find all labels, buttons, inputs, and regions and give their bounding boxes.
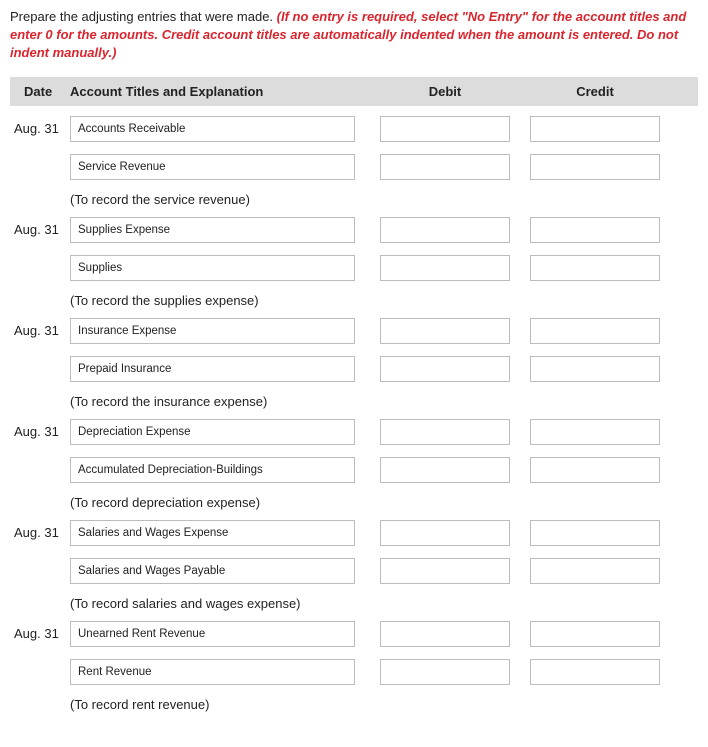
debit-amount-input[interactable] xyxy=(380,154,510,180)
credit-line xyxy=(10,356,698,382)
credit-line xyxy=(10,457,698,483)
credit-amount-input[interactable] xyxy=(530,217,660,243)
credit-line xyxy=(10,154,698,180)
table-header: Date Account Titles and Explanation Debi… xyxy=(10,77,698,106)
entry-explanation: (To record the insurance expense) xyxy=(10,394,698,409)
header-acct: Account Titles and Explanation xyxy=(70,84,370,99)
journal-entry: Aug. 31 (To record the supplies expe xyxy=(10,217,698,308)
debit-amount-input[interactable] xyxy=(380,520,510,546)
debit-account-input[interactable] xyxy=(70,520,355,546)
credit-account-input[interactable] xyxy=(70,255,355,281)
debit-amount-input[interactable] xyxy=(380,356,510,382)
credit-amount-input[interactable] xyxy=(530,356,660,382)
debit-account-input[interactable] xyxy=(70,419,355,445)
debit-account-input[interactable] xyxy=(70,217,355,243)
debit-account-input[interactable] xyxy=(70,116,355,142)
journal-entry: Aug. 31 (To record depreciation expe xyxy=(10,419,698,510)
entry-explanation: (To record depreciation expense) xyxy=(10,495,698,510)
credit-amount-input[interactable] xyxy=(530,318,660,344)
credit-account-input[interactable] xyxy=(70,558,355,584)
entry-explanation: (To record the service revenue) xyxy=(10,192,698,207)
credit-amount-input[interactable] xyxy=(530,621,660,647)
entry-date: Aug. 31 xyxy=(10,323,70,338)
header-date: Date xyxy=(10,84,70,99)
debit-amount-input[interactable] xyxy=(380,116,510,142)
debit-line: Aug. 31 xyxy=(10,116,698,142)
header-credit: Credit xyxy=(520,84,670,99)
credit-line xyxy=(10,558,698,584)
instructions-black: Prepare the adjusting entries that were … xyxy=(10,9,277,24)
credit-account-input[interactable] xyxy=(70,356,355,382)
debit-line: Aug. 31 xyxy=(10,318,698,344)
debit-line: Aug. 31 xyxy=(10,419,698,445)
entry-date: Aug. 31 xyxy=(10,222,70,237)
entry-date: Aug. 31 xyxy=(10,626,70,641)
credit-amount-input[interactable] xyxy=(530,558,660,584)
entry-explanation: (To record salaries and wages expense) xyxy=(10,596,698,611)
debit-account-input[interactable] xyxy=(70,318,355,344)
debit-amount-input[interactable] xyxy=(380,457,510,483)
entry-explanation: (To record the supplies expense) xyxy=(10,293,698,308)
credit-line xyxy=(10,659,698,685)
header-debit: Debit xyxy=(370,84,520,99)
credit-amount-input[interactable] xyxy=(530,255,660,281)
entry-date: Aug. 31 xyxy=(10,121,70,136)
entry-date: Aug. 31 xyxy=(10,525,70,540)
journal-entry: Aug. 31 (To record the service reven xyxy=(10,116,698,207)
credit-amount-input[interactable] xyxy=(530,520,660,546)
debit-amount-input[interactable] xyxy=(380,419,510,445)
journal-entry: Aug. 31 (To record salaries and wage xyxy=(10,520,698,611)
journal-entry: Aug. 31 (To record the insurance exp xyxy=(10,318,698,409)
debit-amount-input[interactable] xyxy=(380,621,510,647)
debit-amount-input[interactable] xyxy=(380,217,510,243)
credit-account-input[interactable] xyxy=(70,659,355,685)
credit-amount-input[interactable] xyxy=(530,659,660,685)
debit-amount-input[interactable] xyxy=(380,255,510,281)
credit-account-input[interactable] xyxy=(70,154,355,180)
debit-line: Aug. 31 xyxy=(10,217,698,243)
credit-amount-input[interactable] xyxy=(530,116,660,142)
entry-date: Aug. 31 xyxy=(10,424,70,439)
debit-line: Aug. 31 xyxy=(10,520,698,546)
credit-line xyxy=(10,255,698,281)
credit-account-input[interactable] xyxy=(70,457,355,483)
debit-line: Aug. 31 xyxy=(10,621,698,647)
entry-explanation: (To record rent revenue) xyxy=(10,697,698,712)
credit-amount-input[interactable] xyxy=(530,419,660,445)
instructions: Prepare the adjusting entries that were … xyxy=(10,8,698,63)
credit-amount-input[interactable] xyxy=(530,154,660,180)
debit-amount-input[interactable] xyxy=(380,659,510,685)
debit-amount-input[interactable] xyxy=(380,318,510,344)
debit-account-input[interactable] xyxy=(70,621,355,647)
debit-amount-input[interactable] xyxy=(380,558,510,584)
credit-amount-input[interactable] xyxy=(530,457,660,483)
journal-entry: Aug. 31 (To record rent revenue) xyxy=(10,621,698,712)
